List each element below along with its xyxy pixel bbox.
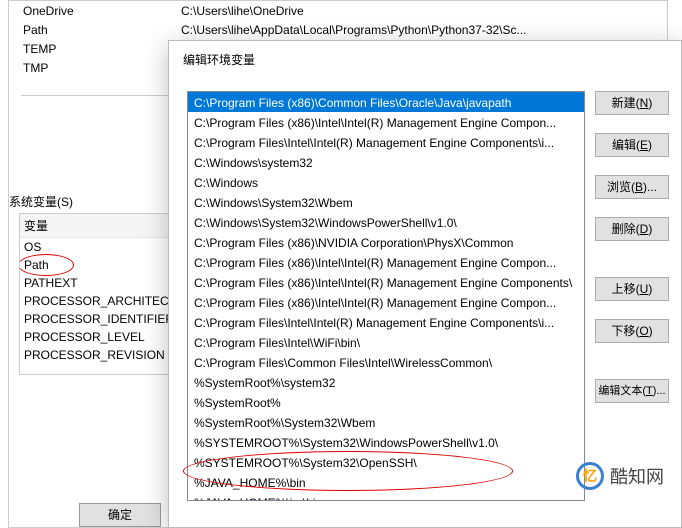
user-var-name: OneDrive <box>21 4 181 18</box>
dialog-buttons: 新建(N) 编辑(E) 浏览(B)... 删除(D) 上移(U) 下移(O) 编… <box>595 91 669 403</box>
btn-label: 浏览(B)... <box>607 180 657 194</box>
path-entry-item[interactable]: C:\Program Files\Intel\Intel(R) Manageme… <box>188 132 584 152</box>
delete-button[interactable]: 删除(D) <box>595 217 669 241</box>
browse-button[interactable]: 浏览(B)... <box>595 175 669 199</box>
user-var-row[interactable]: OneDrive C:\Users\lihe\OneDrive <box>21 1 612 20</box>
logo-text: 酷知网 <box>610 463 664 489</box>
sys-var-item[interactable]: PROCESSOR_LEVEL <box>20 328 168 346</box>
path-entries-list[interactable]: C:\Program Files (x86)\Common Files\Orac… <box>187 91 585 501</box>
path-entry-item[interactable]: %SYSTEMROOT%\System32\WindowsPowerShell\… <box>188 432 584 452</box>
sys-var-item[interactable]: PROCESSOR_ARCHITECT <box>20 292 168 310</box>
path-entry-item[interactable]: C:\Program Files (x86)\NVIDIA Corporatio… <box>188 232 584 252</box>
path-entry-item[interactable]: C:\Windows\System32\WindowsPowerShell\v1… <box>188 212 584 232</box>
path-entry-item[interactable]: C:\Windows\System32\Wbem <box>188 192 584 212</box>
sys-var-item[interactable]: PROCESSOR_IDENTIFIER <box>20 310 168 328</box>
sys-var-item-path[interactable]: Path <box>20 256 168 274</box>
path-entry-item[interactable]: %JAVA_HOME%\jre\bin <box>188 492 584 501</box>
path-entry-item[interactable]: %SystemRoot%\System32\Wbem <box>188 412 584 432</box>
edit-button[interactable]: 编辑(E) <box>595 133 669 157</box>
path-entry-item[interactable]: %SystemRoot%\system32 <box>188 372 584 392</box>
path-entry-item[interactable]: C:\Program Files\Intel\Intel(R) Manageme… <box>188 312 584 332</box>
user-var-name: TMP <box>21 61 181 75</box>
btn-label: 删除(D) <box>612 222 653 236</box>
path-entry-item[interactable]: %JAVA_HOME%\bin <box>188 472 584 492</box>
path-entry-item[interactable]: C:\Program Files (x86)\Common Files\Orac… <box>188 92 584 112</box>
sys-list-header: 变量 <box>20 214 168 238</box>
path-entry-item[interactable]: C:\Program Files\Intel\WiFi\bin\ <box>188 332 584 352</box>
new-button[interactable]: 新建(N) <box>595 91 669 115</box>
move-down-button[interactable]: 下移(O) <box>595 319 669 343</box>
edit-text-button[interactable]: 编辑文本(T)... <box>595 379 669 403</box>
path-entry-item[interactable]: C:\Windows <box>188 172 584 192</box>
system-variables-list[interactable]: 变量 OS Path PATHEXT PROCESSOR_ARCHITECT P… <box>19 213 169 375</box>
btn-label: 编辑文本(T)... <box>598 385 665 397</box>
user-var-value: C:\Users\lihe\OneDrive <box>181 4 612 18</box>
path-entry-item[interactable]: C:\Program Files (x86)\Intel\Intel(R) Ma… <box>188 252 584 272</box>
btn-label: 上移(U) <box>612 282 653 296</box>
path-entry-item[interactable]: C:\Windows\system32 <box>188 152 584 172</box>
btn-label: 下移(O) <box>611 324 652 338</box>
sys-var-item[interactable]: OS <box>20 238 168 256</box>
logo-icon: 忆 <box>576 462 604 490</box>
sys-var-item[interactable]: PROCESSOR_REVISION <box>20 346 168 364</box>
watermark-logo: 忆 酷知网 <box>576 462 664 490</box>
user-var-row[interactable]: Path C:\Users\lihe\AppData\Local\Program… <box>21 20 612 39</box>
move-up-button[interactable]: 上移(U) <box>595 277 669 301</box>
path-entry-item[interactable]: %SystemRoot% <box>188 392 584 412</box>
ok-button[interactable]: 确定 <box>79 503 161 527</box>
user-var-name: Path <box>21 23 181 37</box>
system-variables-label: 系统变量(S) <box>9 193 73 210</box>
btn-label: 新建(N) <box>612 96 653 110</box>
path-entry-item[interactable]: %SYSTEMROOT%\System32\OpenSSH\ <box>188 452 584 472</box>
edit-env-var-dialog: 编辑环境变量 C:\Program Files (x86)\Common Fil… <box>168 40 682 528</box>
path-entry-item[interactable]: C:\Program Files (x86)\Intel\Intel(R) Ma… <box>188 272 584 292</box>
sys-var-item[interactable]: PATHEXT <box>20 274 168 292</box>
btn-label: 编辑(E) <box>612 138 652 152</box>
user-var-name: TEMP <box>21 42 181 56</box>
path-entry-item[interactable]: C:\Program Files (x86)\Intel\Intel(R) Ma… <box>188 112 584 132</box>
user-var-value: C:\Users\lihe\AppData\Local\Programs\Pyt… <box>181 23 612 37</box>
path-entry-item[interactable]: C:\Program Files (x86)\Intel\Intel(R) Ma… <box>188 292 584 312</box>
path-entry-item[interactable]: C:\Program Files\Common Files\Intel\Wire… <box>188 352 584 372</box>
dialog-title: 编辑环境变量 <box>169 41 681 76</box>
